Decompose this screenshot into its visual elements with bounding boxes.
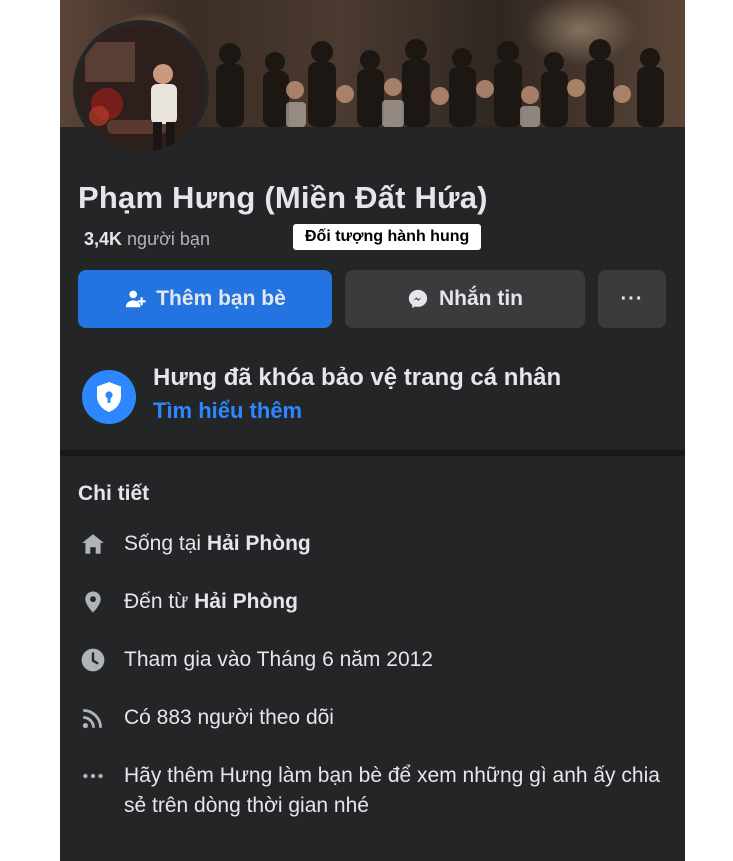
from-value[interactable]: Hải Phòng <box>194 590 298 613</box>
profile-lock-notice: Hưng đã khóa bảo vệ trang cá nhân Tìm hi… <box>60 350 685 450</box>
friends-count-label: người bạn <box>127 229 210 249</box>
lock-notice-title: Hưng đã khóa bảo vệ trang cá nhân <box>153 364 562 391</box>
caption-overlay-label: Đối tượng hành hung <box>293 224 482 250</box>
shield-lock-icon <box>82 370 136 424</box>
add-friend-label: Thêm bạn bè <box>156 287 286 310</box>
details-heading: Chi tiết <box>78 482 150 505</box>
section-divider <box>60 450 685 456</box>
clock-icon <box>78 645 108 675</box>
add-friend-note-text: Hãy thêm Hưng làm bạn bè để xem những gì… <box>124 764 660 817</box>
profile-screen: Phạm Hưng (Miền Đất Hứa) 3,4K người bạn … <box>60 0 685 861</box>
messenger-icon <box>408 289 428 309</box>
detail-lives-in: Sống tại Hải Phòng <box>78 529 678 559</box>
more-options-button[interactable]: ··· <box>598 270 666 328</box>
home-icon <box>78 529 108 559</box>
learn-more-link[interactable]: Tìm hiểu thêm <box>153 398 302 424</box>
joined-text: Tham gia vào Tháng 6 năm 2012 <box>124 648 433 671</box>
profile-name: Phạm Hưng (Miền Đất Hứa) <box>78 180 488 215</box>
detail-from: Đến từ Hải Phòng <box>78 587 678 617</box>
lives-in-value[interactable]: Hải Phòng <box>207 532 311 555</box>
detail-add-friend-note: Hãy thêm Hưng làm bạn bè để xem những gì… <box>78 761 678 821</box>
message-button[interactable]: Nhắn tin <box>345 270 585 328</box>
detail-followers: Có 883 người theo dõi <box>78 703 678 733</box>
location-pin-icon <box>78 587 108 617</box>
friends-count[interactable]: 3,4K người bạn <box>84 229 210 250</box>
add-friend-button[interactable]: Thêm bạn bè <box>78 270 332 328</box>
lives-in-prefix: Sống tại <box>124 532 202 555</box>
profile-avatar[interactable] <box>77 24 205 152</box>
avatar-photo-illustration <box>77 24 205 152</box>
person-plus-icon <box>126 290 146 308</box>
from-prefix: Đến từ <box>124 590 189 613</box>
rss-icon <box>78 703 108 733</box>
detail-joined: Tham gia vào Tháng 6 năm 2012 <box>78 645 678 675</box>
ellipsis-icon <box>78 761 108 791</box>
ellipsis-icon: ··· <box>620 287 644 310</box>
followers-text[interactable]: Có 883 người theo dõi <box>124 703 334 733</box>
message-label: Nhắn tin <box>439 287 523 310</box>
friends-count-value: 3,4K <box>84 229 123 249</box>
